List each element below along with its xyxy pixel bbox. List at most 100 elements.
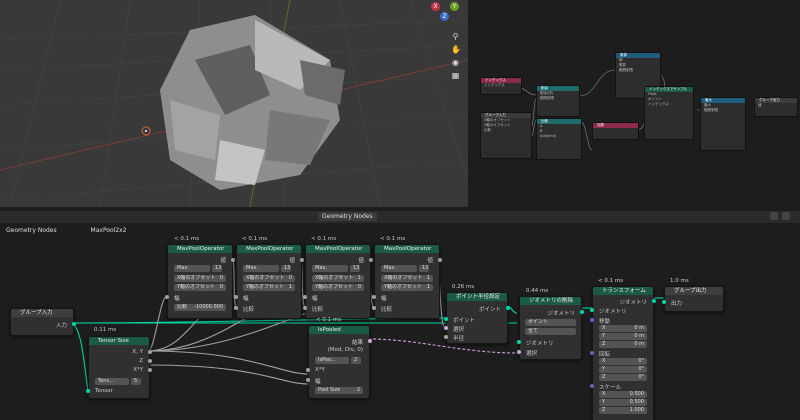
- node-group-field[interactable]: Max.: [243, 265, 279, 272]
- input-socket[interactable]: [303, 306, 307, 310]
- output-socket[interactable]: [72, 322, 76, 326]
- output-socket[interactable]: [231, 258, 235, 262]
- x-offset-field[interactable]: X軸のオフセット 0: [243, 275, 295, 282]
- output-socket[interactable]: [300, 258, 304, 262]
- input-socket[interactable]: [234, 295, 238, 299]
- input-socket[interactable]: [86, 389, 90, 393]
- transform-node[interactable]: トランスフォーム ジオメトリ ジオメトリ 移動 X0 m Y0 m Z0 m 回…: [590, 286, 656, 420]
- translation-y[interactable]: Y0 m: [599, 333, 647, 340]
- node-timing: 1.0 ms: [670, 278, 689, 284]
- input-socket[interactable]: [306, 378, 310, 382]
- input-socket[interactable]: [444, 326, 448, 330]
- zoom-icon[interactable]: ⚲: [451, 32, 460, 41]
- translation-x[interactable]: X0 m: [599, 325, 647, 332]
- tensor-size-node[interactable]: Tensor Size X, Y Z X*Y Tens... 5 Tensor: [86, 336, 152, 399]
- compare-field[interactable]: 比較 -10000.000: [174, 304, 226, 311]
- delete-geometry-node[interactable]: ジオメトリの削除 ジオメトリ ポイント 全て ジオメトリ 選択: [517, 296, 584, 360]
- output-socket[interactable]: [369, 258, 373, 262]
- maxpool-node-4[interactable]: MaxPoolOperator 値 Max. 13 X軸のオフセット 1 Y軸のオ…: [372, 244, 442, 319]
- gizmo-x[interactable]: X: [431, 2, 440, 11]
- y-offset-field[interactable]: Y軸のオフセット 1: [243, 284, 295, 291]
- output-socket[interactable]: [506, 306, 510, 310]
- group-input-node[interactable]: グループ入力 入力: [10, 308, 76, 336]
- node-group-field[interactable]: IsPoo...: [315, 357, 349, 364]
- mini-node-index[interactable]: インデックス インデックス: [480, 77, 522, 95]
- x-offset-field[interactable]: X軸のオフセット 1: [312, 275, 364, 282]
- input-socket[interactable]: [234, 306, 238, 310]
- mini-node-group-input[interactable]: グループ入力 X軸のオフセット Y軸のオフセット 比較: [480, 112, 532, 159]
- input-socket[interactable]: [517, 350, 521, 354]
- input-socket[interactable]: [590, 351, 594, 355]
- node-group-field[interactable]: Max.: [381, 265, 417, 272]
- grid-icon[interactable]: ▦: [451, 71, 460, 80]
- mini-node-maximum[interactable]: 最大 最大 範囲制限: [700, 97, 746, 151]
- mini-node-add[interactable]: 加算: [592, 122, 639, 140]
- rotation-z[interactable]: Z 0°: [599, 374, 647, 381]
- scale-z[interactable]: Z 1.000: [599, 407, 647, 414]
- input-socket[interactable]: [372, 295, 376, 299]
- rotation-label: 回転: [599, 352, 611, 358]
- output-socket[interactable]: [580, 310, 584, 314]
- set-point-radius-node[interactable]: ポイント半径設定 ポイント ポイント 選択 半径: [444, 292, 510, 344]
- scale-x[interactable]: X 0.500: [599, 391, 647, 398]
- gizmo-z[interactable]: Z: [440, 12, 449, 21]
- output-socket[interactable]: [148, 359, 152, 363]
- mini-node-modulo[interactable]: 剰余 剰余(床) 範囲制限: [536, 85, 580, 117]
- input-socket[interactable]: [662, 300, 666, 304]
- input-socket[interactable]: [306, 368, 310, 372]
- output-socket[interactable]: [438, 258, 442, 262]
- y-offset-field[interactable]: Y軸のオフセット 1: [381, 284, 433, 291]
- mini-node-sample-index[interactable]: インデックスでサンプル Float ポイント インデックス: [644, 86, 694, 140]
- node-timing: 0.26 ms: [452, 284, 475, 290]
- x-offset-field[interactable]: X軸のオフセット 0: [174, 275, 226, 282]
- rotation-y[interactable]: Y 0°: [599, 366, 647, 373]
- rotation-x[interactable]: X 0°: [599, 358, 647, 365]
- maxpool-node-2[interactable]: MaxPoolOperator 値 Max. 13 X軸のオフセット 0 Y軸のオ…: [234, 244, 304, 319]
- is-pooled-node[interactable]: IsPooled 結果 (Mod, Div, 0) IsPoo... 2 X*Y…: [306, 325, 372, 399]
- input-socket[interactable]: [444, 335, 448, 339]
- camera-icon[interactable]: ◉: [451, 58, 460, 67]
- socket-label: 比較: [243, 307, 255, 313]
- domain-dropdown[interactable]: ポイント: [525, 319, 576, 326]
- input-socket[interactable]: [372, 306, 376, 310]
- output-socket[interactable]: [368, 339, 372, 343]
- input-socket[interactable]: [590, 384, 594, 388]
- input-socket[interactable]: [517, 340, 521, 344]
- mode-dropdown[interactable]: 全て: [525, 328, 576, 335]
- node-group-field[interactable]: Max.: [312, 265, 348, 272]
- pool-size-field[interactable]: Pool Size 2: [315, 387, 363, 394]
- scale-label: スケール: [599, 385, 622, 391]
- mini-node-group-output[interactable]: グループ出力 値: [754, 97, 798, 117]
- socket-label: 幅: [381, 296, 387, 302]
- x-offset-field[interactable]: X軸のオフセット 1: [381, 275, 433, 282]
- hand-icon[interactable]: ✋: [451, 45, 461, 54]
- node-timing: < 0.1 ms: [174, 236, 200, 242]
- node-editor[interactable]: Geometry Nodes Geometry Nodes MaxPool2x2: [0, 211, 800, 420]
- scale-y[interactable]: Y 0.500: [599, 399, 647, 406]
- group-output-node[interactable]: グループ出力 出力: [662, 286, 724, 312]
- output-socket[interactable]: [148, 368, 152, 372]
- node-title: グループ入力: [11, 309, 73, 317]
- socket-label: ジオメトリ: [547, 311, 575, 317]
- gizmo-y[interactable]: Y: [450, 2, 459, 11]
- input-socket[interactable]: [590, 308, 594, 312]
- mini-node-compare[interactable]: 比較 A B Add(end): [536, 118, 582, 160]
- mini-node-row: Add(end): [540, 134, 557, 138]
- input-socket[interactable]: [444, 317, 448, 321]
- node-group-field[interactable]: Tens...: [95, 378, 129, 385]
- input-socket[interactable]: [303, 295, 307, 299]
- node-title: MaxPoolOperator: [237, 245, 301, 253]
- maxpool-node-3[interactable]: MaxPoolOperator 値 Max. 13 X軸のオフセット 1 Y軸のオ…: [303, 244, 373, 319]
- input-socket[interactable]: [590, 318, 594, 322]
- input-socket[interactable]: [165, 295, 169, 299]
- output-socket[interactable]: [652, 299, 656, 303]
- node-title: ポイント半径設定: [447, 293, 507, 301]
- 3d-viewport[interactable]: X Y Z ⚲ ✋ ◉ ▦: [0, 0, 468, 207]
- y-offset-field[interactable]: Y軸のオフセット 0: [174, 284, 226, 291]
- output-socket[interactable]: [148, 350, 152, 354]
- y-offset-field[interactable]: Y軸のオフセット 0: [312, 284, 364, 291]
- translation-z[interactable]: Z0 m: [599, 341, 647, 348]
- node-group-field[interactable]: Max.: [174, 265, 210, 272]
- maxpool-node-1[interactable]: MaxPoolOperator 値 Max. 13 X軸のオフセット 0 Y軸のオ…: [165, 244, 235, 319]
- secondary-node-editor[interactable]: インデックス インデックス グループ入力 X軸のオフセット Y軸のオフセット 比…: [472, 0, 800, 207]
